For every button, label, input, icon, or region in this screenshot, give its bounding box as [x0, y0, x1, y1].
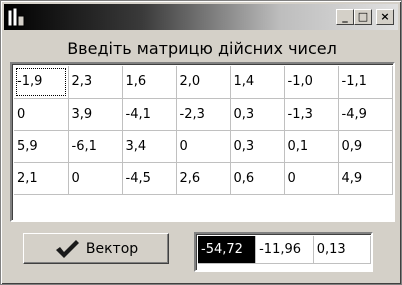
matrix-cell[interactable]: -4,5 [122, 162, 177, 195]
matrix-cell[interactable]: 2,0 [176, 66, 231, 99]
matrix-cell[interactable]: 0,6 [230, 162, 285, 195]
vector-button-label: Вектор [85, 240, 139, 257]
matrix-cell[interactable]: 0,9 [338, 130, 393, 163]
app-window: _ □ × Введіть матрицю дійсних чисел -1,9… [0, 0, 402, 285]
matrix-cell[interactable]: -4,9 [338, 98, 393, 131]
matrix-cell[interactable]: -1,3 [284, 98, 339, 131]
table-row: 2,1 0 -4,5 2,6 0,6 0 4,9 [14, 162, 393, 195]
matrix-cell[interactable]: 3,9 [68, 98, 123, 131]
maximize-button[interactable]: □ [354, 9, 372, 25]
vector-button[interactable]: Вектор [23, 233, 169, 264]
vector-grid[interactable]: -54,72 -11,96 0,13 [194, 232, 373, 272]
table-row: 0 3,9 -4,1 -2,3 0,3 -1,3 -4,9 [14, 98, 393, 131]
matrix-cell[interactable]: -1,1 [338, 66, 393, 99]
close-button[interactable]: × [376, 9, 394, 25]
table-row: 5,9 -6,1 3,4 0 0,3 0,1 0,9 [14, 130, 393, 163]
matrix-cell[interactable]: 1,4 [230, 66, 285, 99]
matrix-cell[interactable]: 2,6 [176, 162, 231, 195]
vector-cell[interactable]: 0,13 [313, 236, 371, 264]
matrix-cell[interactable]: 0 [14, 98, 69, 131]
app-icon [7, 7, 25, 27]
matrix-cell[interactable]: 0,3 [230, 98, 285, 131]
matrix-cell[interactable]: 2,3 [68, 66, 123, 99]
matrix-cell[interactable]: 3,4 [122, 130, 177, 163]
matrix-cell[interactable]: -6,1 [68, 130, 123, 163]
matrix-cell[interactable]: 0 [176, 130, 231, 163]
matrix-cell[interactable]: 0,1 [284, 130, 339, 163]
matrix-cell[interactable]: -1,0 [284, 66, 339, 99]
matrix-cell[interactable]: 2,1 [14, 162, 69, 195]
vector-cell[interactable]: -54,72 [198, 236, 257, 264]
title-bar[interactable]: _ □ × [4, 4, 398, 30]
table-row: -54,72 -11,96 0,13 [198, 236, 371, 264]
vector-cell[interactable]: -11,96 [255, 236, 314, 264]
matrix-cell[interactable]: -4,1 [122, 98, 177, 131]
matrix-cell[interactable]: 0 [68, 162, 123, 195]
matrix-cell[interactable]: 1,6 [122, 66, 177, 99]
matrix-cell[interactable]: -1,9 [14, 66, 69, 99]
matrix-cell[interactable]: 4,9 [338, 162, 393, 195]
page-title: Введіть матрицю дійсних чисел [67, 39, 337, 58]
table-row: -1,9 2,3 1,6 2,0 1,4 -1,0 -1,1 [14, 66, 393, 99]
matrix-grid[interactable]: -1,9 2,3 1,6 2,0 1,4 -1,0 -1,1 0 3,9 -4,… [10, 62, 395, 222]
matrix-cell[interactable]: 5,9 [14, 130, 69, 163]
check-icon [55, 239, 79, 258]
matrix-cell[interactable]: -2,3 [176, 98, 231, 131]
matrix-cell[interactable]: 0 [284, 162, 339, 195]
minimize-button[interactable]: _ [336, 9, 354, 25]
matrix-cell[interactable]: 0,3 [230, 130, 285, 163]
